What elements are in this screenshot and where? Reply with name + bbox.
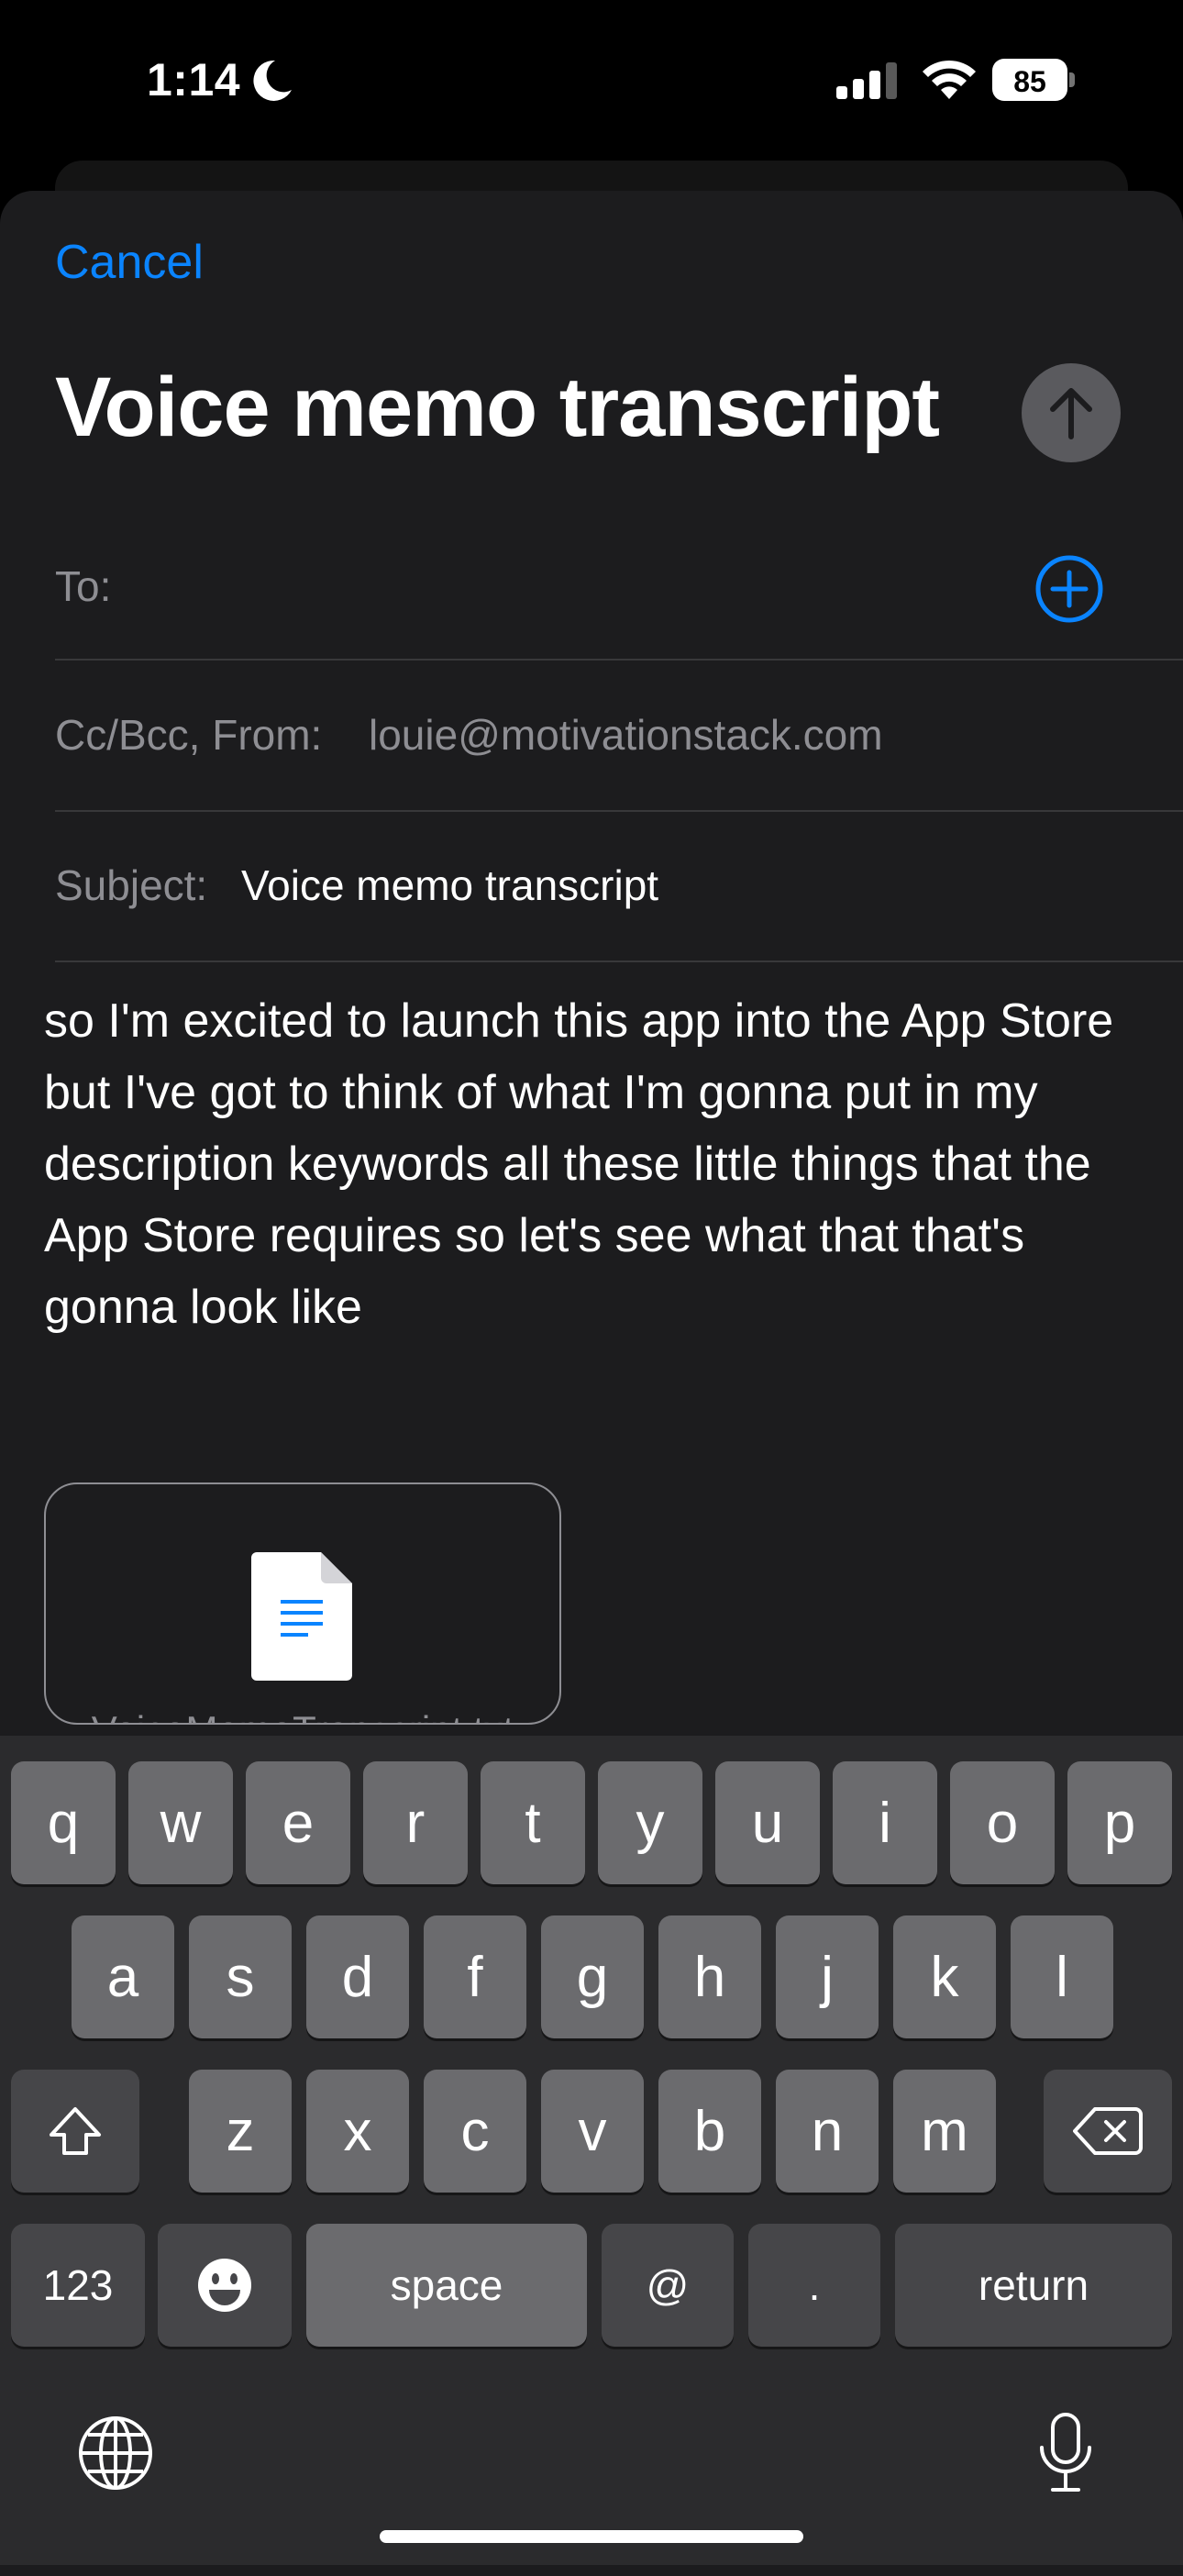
subject-divider (55, 960, 1183, 962)
status-time: 1:14 (147, 54, 241, 105)
return-key[interactable]: return (895, 2224, 1172, 2347)
at-key[interactable]: @ (602, 2224, 734, 2347)
subject-field[interactable]: Voice memo transcript (241, 861, 658, 910)
shift-key[interactable] (11, 2070, 139, 2193)
message-body[interactable]: so I'm excited to launch this app into t… (44, 985, 1135, 1343)
shift-icon (50, 2107, 101, 2155)
emoji-icon (198, 2259, 251, 2312)
emoji-key[interactable] (158, 2224, 292, 2347)
key-z[interactable]: z (189, 2070, 292, 2193)
key-i[interactable]: i (833, 1761, 937, 1884)
delete-key[interactable] (1044, 2070, 1172, 2193)
battery-tip (1069, 72, 1075, 87)
key-v[interactable]: v (541, 2070, 644, 2193)
key-j[interactable]: j (776, 1915, 879, 2038)
key-g[interactable]: g (541, 1915, 644, 2038)
key-x[interactable]: x (306, 2070, 409, 2193)
from-divider (55, 810, 1183, 812)
globe-icon[interactable] (77, 2415, 154, 2496)
delete-icon (1073, 2107, 1143, 2155)
key-k[interactable]: k (893, 1915, 996, 2038)
key-t[interactable]: t (481, 1761, 585, 1884)
battery-icon: 85 (992, 59, 1075, 101)
space-key[interactable]: space (306, 2224, 587, 2347)
key-a[interactable]: a (72, 1915, 174, 2038)
attachment-card[interactable]: VoiceMemoTranscript.txt (44, 1482, 561, 1725)
key-h[interactable]: h (658, 1915, 761, 2038)
key-u[interactable]: u (715, 1761, 820, 1884)
key-l[interactable]: l (1011, 1915, 1113, 2038)
key-b[interactable]: b (658, 2070, 761, 2193)
moon-icon (248, 57, 295, 109)
send-button[interactable] (1022, 363, 1121, 462)
key-y[interactable]: y (598, 1761, 702, 1884)
key-q[interactable]: q (11, 1761, 116, 1884)
key-c[interactable]: c (424, 2070, 526, 2193)
key-f[interactable]: f (424, 1915, 526, 2038)
battery-level: 85 (1013, 65, 1046, 98)
key-p[interactable]: p (1067, 1761, 1172, 1884)
attachment-filename: VoiceMemoTranscript.txt (46, 1708, 559, 1723)
text-document-icon (251, 1552, 352, 1685)
key-s[interactable]: s (189, 1915, 292, 2038)
key-r[interactable]: r (363, 1761, 468, 1884)
from-field[interactable]: louie@motivationstack.com (369, 710, 883, 760)
period-key[interactable]: . (748, 2224, 880, 2347)
numbers-key[interactable]: 123 (11, 2224, 145, 2347)
subject-label: Subject: (55, 861, 208, 909)
key-w[interactable]: w (128, 1761, 233, 1884)
wifi-icon (921, 59, 978, 105)
home-indicator (380, 2530, 803, 2543)
plus-circle-icon[interactable] (1034, 554, 1104, 628)
key-o[interactable]: o (950, 1761, 1055, 1884)
cellular-signal-icon (836, 62, 901, 104)
battery-body: 85 (992, 59, 1067, 101)
arrow-up-icon (1050, 388, 1092, 439)
to-divider (55, 659, 1183, 661)
microphone-icon[interactable] (1036, 2411, 1095, 2500)
keyboard: q w e r t y u i o p a s d f g h j k l z … (0, 1736, 1183, 2565)
key-m[interactable]: m (893, 2070, 996, 2193)
key-d[interactable]: d (306, 1915, 409, 2038)
compose-title: Voice memo transcript (55, 361, 940, 454)
key-e[interactable]: e (246, 1761, 350, 1884)
to-label: To: (55, 562, 112, 610)
key-n[interactable]: n (776, 2070, 879, 2193)
cancel-button[interactable]: Cancel (55, 235, 204, 290)
cc-bcc-from-label[interactable]: Cc/Bcc, From: (55, 710, 322, 760)
